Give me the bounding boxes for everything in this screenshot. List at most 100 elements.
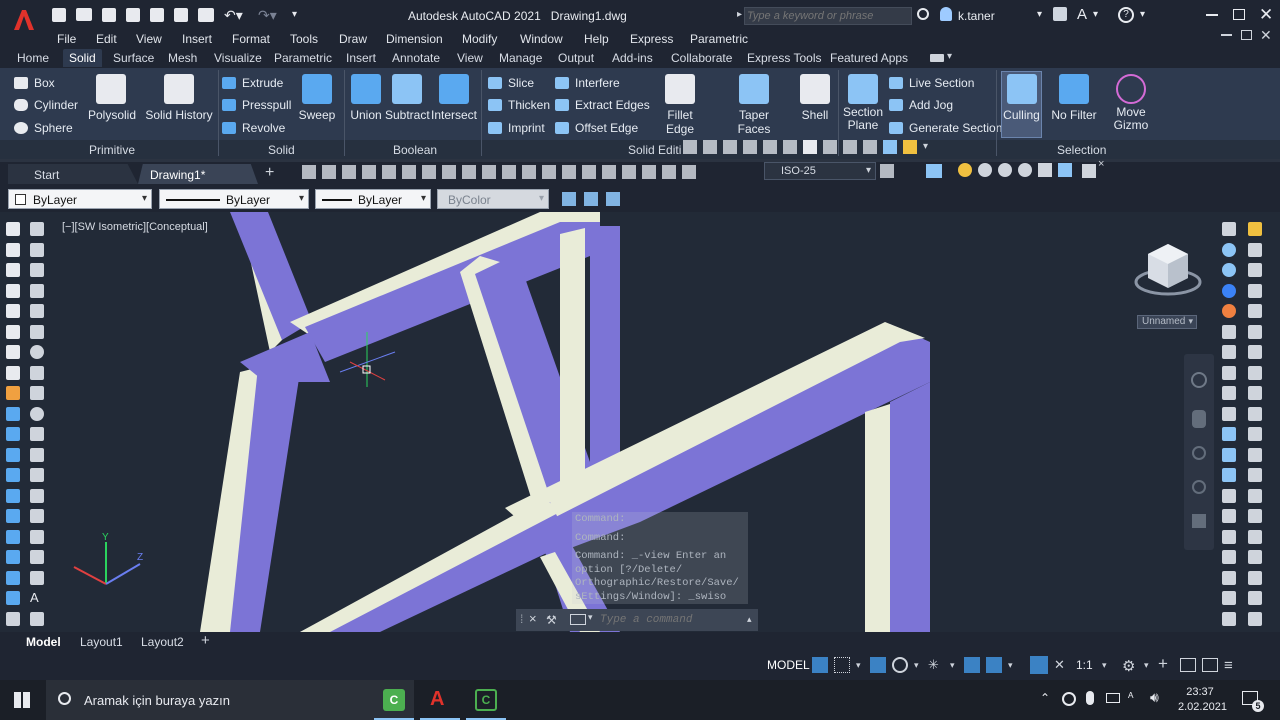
- ribbon-toggle-dropdown-icon[interactable]: ▾: [947, 51, 952, 62]
- rotate-icon[interactable]: [723, 140, 737, 154]
- thicken-right-icon[interactable]: [1248, 529, 1262, 544]
- extrude-tool-icon[interactable]: [6, 406, 20, 421]
- clean-screen-icon[interactable]: [1202, 658, 1218, 672]
- ortho-icon[interactable]: [870, 657, 886, 673]
- taskbar-clock[interactable]: 23:37 2.02.2021: [1178, 685, 1227, 715]
- ucs-tool-icon[interactable]: [6, 611, 20, 626]
- scale-icon[interactable]: [823, 140, 837, 154]
- ucs-menu[interactable]: Unnamed ▾: [1137, 315, 1197, 329]
- extend-icon[interactable]: [883, 140, 897, 154]
- offset-icon[interactable]: [763, 140, 777, 154]
- line-tool-icon[interactable]: [30, 222, 44, 236]
- torus-tool-icon[interactable]: [6, 324, 20, 339]
- material-sphere-icon[interactable]: [1222, 304, 1236, 318]
- subtract-tool-icon[interactable]: [6, 529, 20, 544]
- chain-icon[interactable]: [1248, 242, 1262, 257]
- conceptual-icon[interactable]: [1038, 163, 1052, 177]
- ucs-face-icon[interactable]: [1222, 345, 1236, 359]
- cylinder-button[interactable]: Cylinder: [14, 98, 78, 112]
- menu-draw[interactable]: Draw: [339, 32, 367, 46]
- scale-dropdown-icon[interactable]: ▾: [1102, 660, 1110, 671]
- menu-insert[interactable]: Insert: [182, 32, 212, 46]
- viewcube[interactable]: [1132, 238, 1204, 300]
- angular-dim-icon[interactable]: [442, 165, 456, 179]
- clean-icon[interactable]: [1248, 611, 1262, 626]
- annotation-visibility-icon[interactable]: [1030, 656, 1048, 674]
- linear-dim-icon[interactable]: [302, 165, 316, 179]
- plot-icon[interactable]: [198, 8, 214, 22]
- realistic-icon[interactable]: [1018, 163, 1032, 177]
- hidden-icon[interactable]: [998, 163, 1012, 177]
- make-block-icon[interactable]: [30, 468, 44, 482]
- menu-file[interactable]: File: [57, 32, 76, 46]
- properties-icon[interactable]: [1248, 222, 1262, 236]
- user-name[interactable]: k.taner: [958, 9, 995, 23]
- layer-select[interactable]: ByLayer ▾: [8, 189, 152, 209]
- command-input[interactable]: [600, 611, 740, 628]
- hatch-icon[interactable]: [30, 509, 44, 523]
- layer-state-icon[interactable]: [584, 192, 598, 206]
- a360-dropdown-icon[interactable]: ▾: [1093, 9, 1098, 20]
- mirror3d-icon[interactable]: [1248, 345, 1262, 359]
- box-tool-icon[interactable]: [6, 222, 20, 236]
- isodraft-dropdown-icon[interactable]: ▾: [950, 660, 958, 671]
- snap-dropdown-icon[interactable]: ▾: [856, 660, 864, 671]
- viewport-label[interactable]: [−][SW Isometric][Conceptual]: [62, 221, 208, 233]
- align-icon[interactable]: [1248, 304, 1262, 318]
- break-at-point-icon[interactable]: [1248, 468, 1262, 482]
- osnap-dropdown-icon[interactable]: ▾: [1008, 660, 1016, 671]
- intersect-tool-icon[interactable]: [6, 550, 20, 564]
- add-selected-icon[interactable]: [30, 611, 44, 626]
- extrude-button[interactable]: Extrude: [222, 76, 283, 90]
- diameter-dim-icon[interactable]: [422, 165, 436, 179]
- array-icon[interactable]: [783, 140, 797, 154]
- help-dropdown-icon[interactable]: ▾: [1140, 9, 1145, 20]
- center-mark-icon[interactable]: [582, 165, 596, 179]
- redo-icon[interactable]: ↷▾: [258, 8, 282, 22]
- polar-icon[interactable]: [892, 657, 908, 673]
- user-dropdown-icon[interactable]: ▾: [1037, 9, 1042, 20]
- lineweight-select[interactable]: ByLayer ▾: [315, 189, 431, 209]
- point-icon[interactable]: [30, 488, 44, 503]
- tab-annotate[interactable]: Annotate: [392, 51, 440, 65]
- chamfer-icon[interactable]: [1248, 427, 1262, 441]
- arc-length-icon[interactable]: [342, 165, 356, 179]
- presspull-tool-icon[interactable]: [6, 427, 20, 441]
- fillet-icon[interactable]: [1248, 406, 1262, 421]
- tab-insert[interactable]: Insert: [346, 51, 376, 65]
- pan-icon[interactable]: [1192, 410, 1206, 428]
- solid-history-button[interactable]: Solid History: [145, 74, 213, 122]
- insert-block-icon[interactable]: [30, 447, 44, 462]
- menu-dimension[interactable]: Dimension: [386, 32, 443, 46]
- generate-section-button[interactable]: Generate Section: [889, 121, 1002, 135]
- menu-window[interactable]: Window: [520, 32, 563, 46]
- tab-parametric[interactable]: Parametric: [274, 51, 332, 65]
- undo-icon[interactable]: ↶▾: [224, 8, 248, 22]
- imprint-right-icon[interactable]: [1248, 570, 1262, 585]
- separate-icon[interactable]: [1248, 591, 1262, 605]
- copy-icon[interactable]: [703, 140, 717, 154]
- language-icon[interactable]: ᴬ: [1128, 690, 1133, 704]
- minimize-icon[interactable]: [1206, 14, 1218, 16]
- shell-button[interactable]: Shell: [798, 74, 832, 122]
- interfere-button[interactable]: Interfere: [555, 76, 620, 90]
- dim-text-edit-icon[interactable]: [662, 165, 676, 179]
- menu-edit[interactable]: Edit: [96, 32, 117, 46]
- taskbar-app-camtasia-2[interactable]: C: [466, 680, 506, 720]
- menu-help[interactable]: Help: [584, 32, 609, 46]
- wedge-tool-icon[interactable]: [6, 242, 20, 257]
- ucs-z-icon[interactable]: [1222, 509, 1236, 523]
- extract-edges-button[interactable]: Extract Edges: [555, 98, 650, 112]
- start-tab[interactable]: Start: [8, 164, 138, 184]
- section-plane-button[interactable]: Section Plane: [843, 74, 883, 132]
- workspace-dropdown-icon[interactable]: ▾: [1144, 660, 1152, 671]
- tab-layout2[interactable]: Layout2: [141, 635, 184, 649]
- isodraft-icon[interactable]: ✳: [928, 657, 944, 673]
- multiline-text-icon[interactable]: A: [30, 591, 44, 605]
- command-recent-icon[interactable]: [570, 614, 586, 625]
- taskbar-search[interactable]: Aramak için buraya yazın: [46, 680, 374, 720]
- osnap-icon[interactable]: [986, 657, 1002, 673]
- fillet-edge-button[interactable]: Fillet Edge: [652, 74, 708, 136]
- ucs-named-icon[interactable]: [1222, 550, 1236, 564]
- model-space-button[interactable]: MODEL: [767, 658, 810, 672]
